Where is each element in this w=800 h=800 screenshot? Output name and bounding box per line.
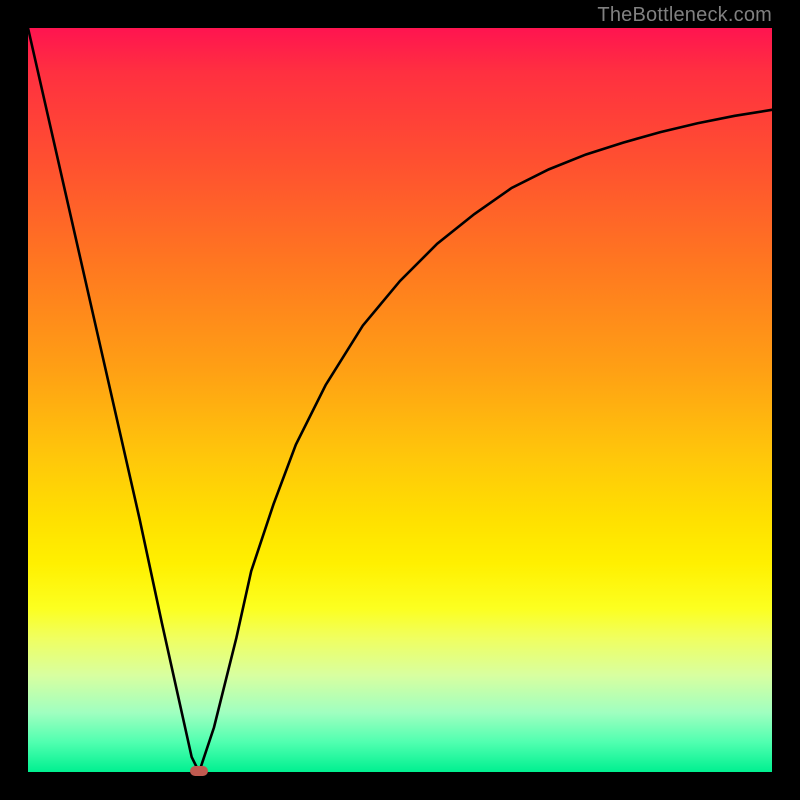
chart-frame: TheBottleneck.com [0, 0, 800, 800]
curve-svg [28, 28, 772, 772]
watermark-text: TheBottleneck.com [597, 4, 772, 27]
bottleneck-curve [28, 28, 772, 772]
optimal-marker [190, 766, 208, 776]
plot-area [28, 28, 772, 772]
